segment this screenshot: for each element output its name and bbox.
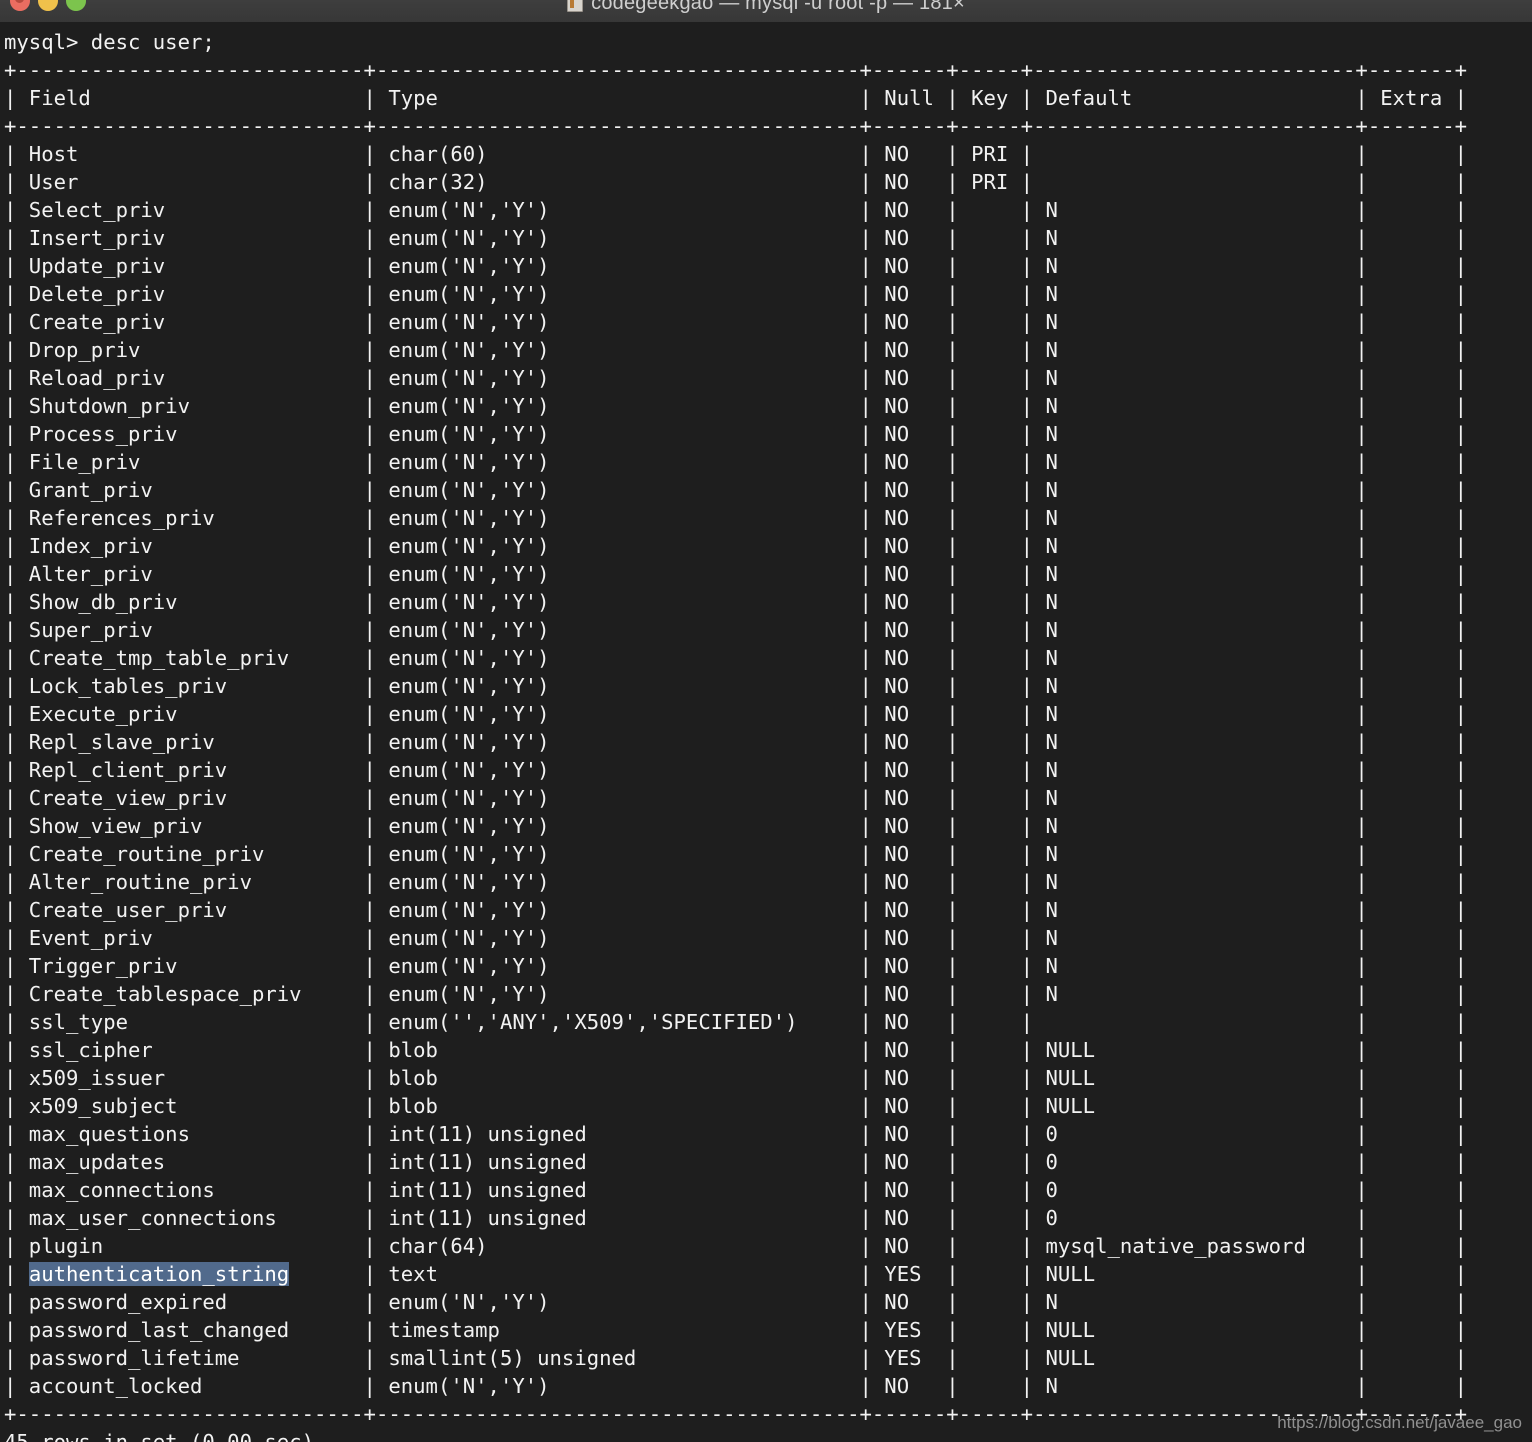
- window-title-label: codegeekgao — mysql -u root -p — 181×: [591, 0, 965, 14]
- terminal-output: mysql> desc user; +----------------------…: [4, 30, 1468, 1442]
- terminal-window: codegeekgao — mysql -u root -p — 181× my…: [0, 0, 1532, 1442]
- window-titlebar[interactable]: codegeekgao — mysql -u root -p — 181×: [0, 0, 1532, 23]
- terminal-screen[interactable]: mysql> desc user; +----------------------…: [0, 22, 1532, 1442]
- folder-icon: [567, 0, 584, 12]
- watermark-text: https://blog.csdn.net/javaee_gao: [1277, 1413, 1522, 1432]
- window-title: codegeekgao — mysql -u root -p — 181×: [0, 0, 1532, 15]
